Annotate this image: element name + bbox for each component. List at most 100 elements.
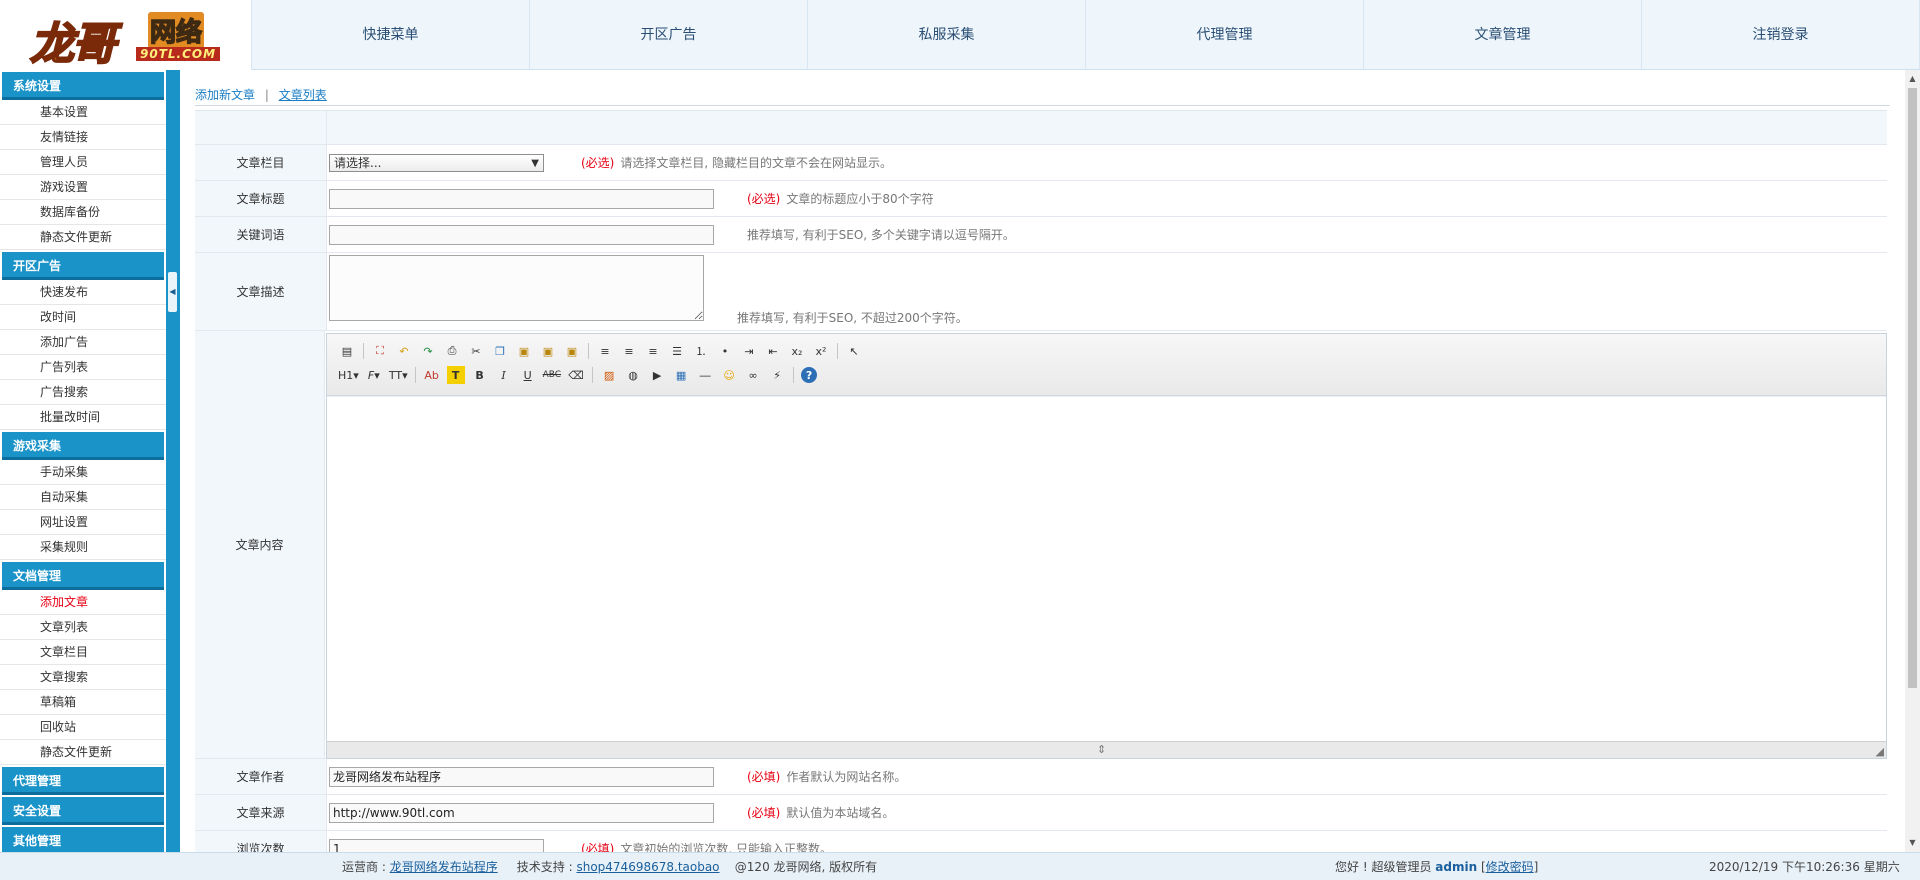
select-all-icon[interactable]: ↖ (845, 342, 863, 360)
sidebar-item[interactable]: 添加广告 (0, 330, 166, 355)
sidebar-item[interactable]: 改时间 (0, 305, 166, 330)
sidebar-item[interactable]: 静态文件更新 (0, 740, 166, 765)
resize-corner-icon[interactable]: ◢ (1876, 745, 1884, 758)
insert-media-icon[interactable]: ▶ (648, 366, 666, 384)
tech-support-link[interactable]: shop474698678.taobao (576, 860, 719, 874)
sidebar-item[interactable]: 快速发布 (0, 280, 166, 305)
author-hint: 作者默认为网站名称。 (786, 770, 907, 784)
scrollbar-thumb[interactable] (1908, 88, 1917, 688)
source-input[interactable] (329, 802, 714, 823)
article-list-link[interactable]: 文章列表 (279, 88, 327, 102)
redo-icon[interactable]: ↷ (419, 342, 437, 360)
align-center-icon[interactable]: ≡ (620, 342, 638, 360)
editor-content-area[interactable] (327, 397, 1886, 741)
sidebar-item[interactable]: 采集规则 (0, 535, 166, 560)
help-icon[interactable]: ? (801, 367, 818, 383)
sidebar-item[interactable]: 批量改时间 (0, 405, 166, 430)
subscript-icon[interactable]: x₂ (788, 342, 806, 360)
topnav-quick-menu[interactable]: 快捷菜单 (252, 0, 530, 70)
font-family-icon[interactable]: F ▾ (365, 366, 383, 384)
sidebar-section-title[interactable]: 安全设置 (2, 797, 164, 825)
sidebar-item[interactable]: 文章搜索 (0, 665, 166, 690)
copy-icon[interactable]: ❐ (491, 342, 509, 360)
fullscreen-icon[interactable]: ⛶ (371, 342, 389, 360)
resize-grip-icon[interactable]: ⇕ (1097, 743, 1106, 756)
sidebar-item[interactable]: 基本设置 (0, 100, 166, 125)
font-color-icon[interactable]: Ab (423, 366, 441, 384)
source-code-icon[interactable]: ▤ (338, 342, 356, 360)
undo-icon[interactable]: ↶ (395, 342, 413, 360)
align-right-icon[interactable]: ≡ (644, 342, 662, 360)
topnav-private-collect[interactable]: 私服采集 (808, 0, 1086, 70)
strikethrough-icon[interactable]: ABC (543, 366, 561, 384)
views-input[interactable] (329, 838, 544, 852)
highlight-color-icon[interactable]: T (446, 366, 465, 384)
sidebar-item[interactable]: 草稿箱 (0, 690, 166, 715)
paste-text-icon[interactable]: ▣ (539, 342, 557, 360)
description-textarea[interactable] (329, 255, 704, 321)
bold-icon[interactable]: B (471, 366, 489, 384)
paste-word-icon[interactable]: ▣ (563, 342, 581, 360)
sidebar-item[interactable]: 游戏设置 (0, 175, 166, 200)
topnav-article-manage[interactable]: 文章管理 (1364, 0, 1642, 70)
topnav-logout[interactable]: 注销登录 (1642, 0, 1920, 70)
logo[interactable]: 龙哥 网络 90TL.COM (0, 0, 252, 71)
italic-icon[interactable]: I (495, 366, 513, 384)
topnav-server-ads[interactable]: 开区广告 (530, 0, 808, 70)
sidebar-section-title[interactable]: 代理管理 (2, 767, 164, 795)
sidebar-item[interactable]: 手动采集 (0, 460, 166, 485)
outdent-icon[interactable]: ⇤ (764, 342, 782, 360)
heading-icon[interactable]: H1 ▾ (338, 366, 359, 384)
page-scrollbar[interactable]: ▲ ▼ (1905, 70, 1920, 852)
keywords-input[interactable] (329, 224, 714, 245)
topnav-agent-manage[interactable]: 代理管理 (1086, 0, 1364, 70)
align-left-icon[interactable]: ≡ (596, 342, 614, 360)
unordered-list-icon[interactable]: • (716, 342, 734, 360)
change-password-link[interactable]: 修改密码 (1486, 860, 1534, 874)
insert-image-icon[interactable]: ▨ (600, 366, 618, 384)
font-size-icon[interactable]: TT ▾ (389, 366, 408, 384)
title-hint: 文章的标题应小于80个字符 (786, 192, 934, 206)
align-justify-icon[interactable]: ☰ (668, 342, 686, 360)
superscript-icon[interactable]: x² (812, 342, 830, 360)
insert-table-icon[interactable]: ▦ (672, 366, 690, 384)
sidebar-item[interactable]: 数据库备份 (0, 200, 166, 225)
cut-icon[interactable]: ✂ (467, 342, 485, 360)
sidebar-item[interactable]: 网址设置 (0, 510, 166, 535)
sidebar-section-title[interactable]: 其他管理 (2, 827, 164, 852)
author-input[interactable] (329, 766, 714, 787)
sidebar-section-title[interactable]: 开区广告 (2, 252, 164, 280)
sidebar-item[interactable]: 自动采集 (0, 485, 166, 510)
sidebar-item[interactable]: 静态文件更新 (0, 225, 166, 250)
editor-toolbar: ▤ ⛶ ↶ ↷ ⎙ ✂ ❐ ▣ ▣ ▣ ≡ ≡ ≡ ☰ ⒈ • ⇥ ⇤ x₂ x… (327, 334, 1886, 396)
horizontal-rule-icon[interactable]: ― (696, 366, 714, 384)
title-input[interactable] (329, 188, 714, 209)
underline-icon[interactable]: U (519, 366, 537, 384)
link-icon[interactable]: ∞ (744, 366, 762, 384)
indent-icon[interactable]: ⇥ (740, 342, 758, 360)
remove-format-icon[interactable]: ⌫ (567, 366, 585, 384)
sidebar-item[interactable]: 文章列表 (0, 615, 166, 640)
sidebar-item[interactable]: 管理人员 (0, 150, 166, 175)
sidebar-section-title[interactable]: 游戏采集 (2, 432, 164, 460)
category-select[interactable]: 请选择... ▼ (329, 153, 544, 172)
sidebar-item[interactable]: 文章栏目 (0, 640, 166, 665)
sidebar-item[interactable]: 添加文章 (0, 590, 166, 615)
sidebar-item[interactable]: 广告列表 (0, 355, 166, 380)
add-article-link[interactable]: 添加新文章 (195, 88, 255, 102)
scroll-down-icon[interactable]: ▼ (1905, 836, 1920, 850)
ordered-list-icon[interactable]: ⒈ (692, 342, 710, 360)
operator-link[interactable]: 龙哥网络发布站程序 (390, 860, 498, 874)
sidebar-section-title[interactable]: 系统设置 (2, 72, 164, 100)
insert-flash-icon[interactable]: ◍ (624, 366, 642, 384)
sidebar-item[interactable]: 广告搜索 (0, 380, 166, 405)
sidebar-item[interactable]: 回收站 (0, 715, 166, 740)
scroll-up-icon[interactable]: ▲ (1905, 72, 1920, 86)
collapse-sidebar-icon[interactable]: ◀ (168, 272, 177, 312)
emoticon-icon[interactable]: ☺ (720, 366, 738, 384)
print-icon[interactable]: ⎙ (443, 342, 461, 360)
paste-icon[interactable]: ▣ (515, 342, 533, 360)
unlink-icon[interactable]: ⚡ (768, 366, 786, 384)
sidebar-item[interactable]: 友情链接 (0, 125, 166, 150)
sidebar-section-title[interactable]: 文档管理 (2, 562, 164, 590)
